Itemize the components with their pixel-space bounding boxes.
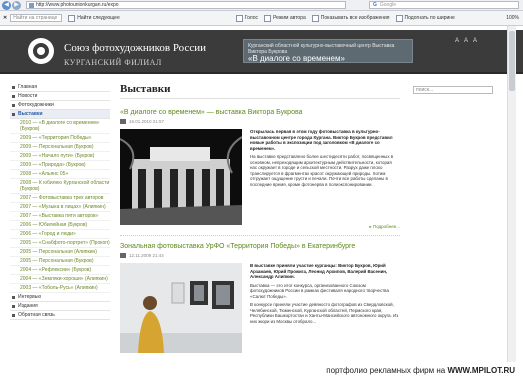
sidebar-item-home[interactable]: Главная — [10, 83, 110, 92]
fit-width-icon — [395, 14, 403, 22]
sidebar-subitem[interactable]: 2010 — «В диалоге со временем» (Букров) — [10, 119, 110, 134]
find-next-button[interactable]: Найти следующее — [68, 14, 120, 22]
sidebar-subitem[interactable]: 2007 — Фотовыставка трех авторов — [10, 194, 110, 203]
page-scrollbar[interactable] — [507, 26, 516, 362]
speaker-icon — [235, 14, 243, 22]
exhibition-banner[interactable]: Курганский областной культурно-выставочн… — [243, 39, 413, 63]
sidebar-item-publications[interactable]: Издания — [10, 302, 110, 311]
main-content: Выставки «В диалоге со временем» — выста… — [120, 83, 400, 363]
author-icon — [264, 14, 272, 22]
article-photo[interactable] — [120, 129, 242, 225]
article-body: В выставке приняли участие курганцы: Вик… — [120, 263, 400, 363]
sidebar-item-news[interactable]: Новости — [10, 92, 110, 101]
sidebar-subitem[interactable]: 2008 — К юбилею Курганской области (Букр… — [10, 179, 110, 194]
portfolio-caption: портфолио рекламных фирм на WWW.MPILOT.R… — [0, 362, 523, 379]
article-title-link[interactable]: Зональная фотовыставка УрФО «Территория … — [120, 243, 400, 250]
sidebar-subitem[interactable]: 2006 — «Город и люди» — [10, 230, 110, 239]
article-lead: Открылась первая в этом году фотовыставк… — [250, 129, 393, 151]
favicon-icon — [29, 2, 34, 8]
find-input[interactable]: Найти на странице — [10, 14, 63, 22]
zoom-level[interactable]: 100% — [506, 15, 519, 21]
font-size-controls[interactable]: A A A — [455, 38, 479, 44]
site-header: Союз фотохудожников России КУРГАНСКИЙ ФИ… — [0, 30, 523, 74]
sidebar-subitem[interactable]: 2005 — Персональная (Алипкин) — [10, 248, 110, 257]
article-lead: В выставке приняли участие курганцы: Вик… — [250, 263, 388, 279]
sidebar-subitem[interactable]: 2009 — «Природа» (Букров) — [10, 161, 110, 170]
close-find-icon[interactable]: ✕ — [3, 15, 7, 21]
scrollbar-thumb[interactable] — [509, 31, 515, 91]
calendar-icon — [120, 119, 126, 124]
browser-toolbar: ✕ Найти на странице Найти следующее Голо… — [0, 11, 523, 26]
article-paragraph: В конкурсе приняли участие девяносто фот… — [250, 302, 399, 324]
sidebar-item-exhibitions[interactable]: Выставки — [10, 110, 110, 119]
forward-button[interactable]: ▶ — [12, 0, 21, 10]
caption-site: WWW.MPILOT.RU — [447, 366, 515, 375]
sidebar-subitem[interactable]: 2004 — «Рефлексии» (Букров) — [10, 266, 110, 275]
sidebar-subitem[interactable]: 2009 — «Начало пути» (Букров) — [10, 152, 110, 161]
back-button[interactable]: ◀ — [2, 0, 11, 10]
google-icon: G — [373, 2, 377, 8]
address-bar[interactable]: http://www.photounionkurgan.ru/expo — [26, 1, 346, 9]
sidebar-subitem[interactable]: 2008 — «Альянс 05» — [10, 170, 110, 179]
page-title: Выставки — [120, 83, 400, 99]
calendar-icon — [120, 253, 126, 258]
find-placeholder: Найти на странице — [13, 15, 58, 21]
site-logo[interactable] — [28, 38, 54, 64]
article-text: Открылась первая в этом году фотовыставк… — [250, 129, 400, 190]
voice-button[interactable]: Голос — [235, 14, 258, 22]
sidebar-nav: Главная Новости Фотохудожники Выставки 2… — [10, 83, 110, 320]
sidebar-item-interviews[interactable]: Интервью — [10, 293, 110, 302]
address-text: http://www.photounionkurgan.ru/expo — [36, 2, 119, 8]
article-date: 16.01.2010 21:57 — [129, 119, 165, 124]
image-icon — [311, 14, 319, 22]
sidebar-item-feedback[interactable]: Обратная связь — [10, 311, 110, 320]
sidebar-subitem[interactable]: 2005 — «Снабфото-портрет» (Прокоп) — [10, 239, 110, 248]
article-date: 12.11.2009 21:44 — [129, 253, 164, 258]
banner-title: «В диалоге со временем» — [248, 54, 345, 63]
sidebar-subitem[interactable]: 2007 — «Выставка пяти авторов» — [10, 212, 110, 221]
article-paragraph: На выставке представлено более шестидеся… — [250, 154, 394, 187]
sidebar-subitem[interactable]: 2003 — «Тоболь-Русь» (Алипкин) — [10, 284, 110, 293]
show-images-button[interactable]: Показывать все изображения — [311, 14, 390, 22]
article-body: Открылась первая в этом году фотовыставк… — [120, 129, 400, 229]
read-more-link[interactable]: ▸ Подробнее... — [369, 224, 400, 230]
site-title: Союз фотохудожников России — [64, 42, 206, 54]
browser-search-input[interactable]: G Google — [369, 1, 519, 9]
browser-address-row: ◀ ▶ http://www.photounionkurgan.ru/expo … — [0, 0, 523, 11]
article-photo[interactable] — [120, 263, 242, 353]
sidebar-subitem[interactable]: 2009 — Персональная (Букров) — [10, 143, 110, 152]
site-search-input[interactable]: поиск... — [413, 86, 493, 94]
sidebar-subitem[interactable]: 2006 — Юбилейная (Букров) — [10, 221, 110, 230]
article-paragraph: Выставка — это итог конкурса, организова… — [250, 282, 389, 299]
fit-width-button[interactable]: Подогнать по ширине — [395, 14, 455, 22]
sidebar-subitem[interactable]: 2004 — «Земляки-хороши» (Алипкин) — [10, 275, 110, 284]
divider — [120, 235, 400, 236]
sidebar-subitem[interactable]: 2007 — «Музыка в лицах» (Алипкин) — [10, 203, 110, 212]
article-meta: 12.11.2009 21:44 — [120, 253, 400, 258]
author-mode-button[interactable]: Режим автора — [264, 14, 306, 22]
sidebar-subitem[interactable]: 2009 — «Территория Победы» — [10, 134, 110, 143]
article-meta: 16.01.2010 21:57 — [120, 119, 400, 124]
article-title-link[interactable]: «В диалоге со временем» — выставка Викто… — [120, 109, 400, 116]
arrow-down-icon — [68, 14, 76, 22]
sidebar-item-photographers[interactable]: Фотохудожники — [10, 101, 110, 110]
browser-search-placeholder: Google — [379, 2, 397, 8]
article-text: В выставке приняли участие курганцы: Вик… — [250, 263, 400, 327]
site-subtitle: КУРГАНСКИЙ ФИЛИАЛ — [64, 58, 162, 67]
sidebar-subitem[interactable]: 2005 — Персональная (Букров) — [10, 257, 110, 266]
